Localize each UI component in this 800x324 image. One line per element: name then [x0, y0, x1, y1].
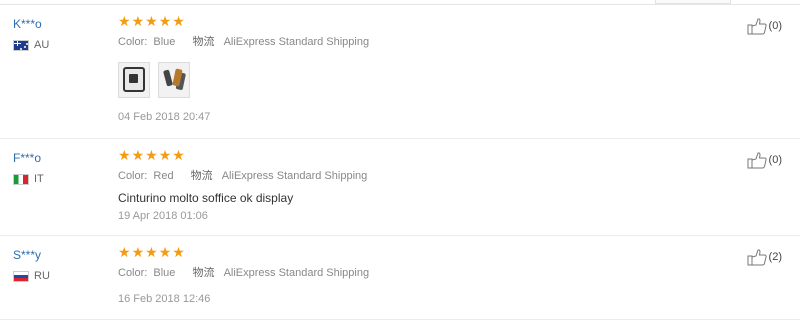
star-icon: ★	[172, 14, 185, 30]
star-icon: ★	[118, 14, 131, 30]
star-icon: ★	[158, 14, 172, 30]
review-date: 19 Apr 2018 01:06	[118, 210, 208, 222]
shipping-label: 物流	[190, 170, 213, 182]
review-photo-thumbnail[interactable]	[118, 62, 150, 98]
review-photo-thumbnail[interactable]	[158, 62, 190, 98]
review-body: ★ ★ ★ ★ ★ Color: Blue 物流 AliExpress Standard…	[118, 15, 369, 124]
star-icon: ★	[158, 148, 172, 164]
shipping-method: AliExpress Standard Shipping	[223, 267, 370, 279]
top-tab-edge	[655, 0, 731, 4]
reviewer-country: IT	[13, 173, 44, 185]
review-comment: Cinturino molto soffice ok display	[118, 191, 294, 205]
color-label: Color:	[118, 267, 148, 279]
star-rating: ★ ★ ★ ★ ★	[118, 246, 369, 260]
star-icon: ★	[158, 245, 172, 261]
star-icon: ★	[131, 245, 145, 261]
star-icon: ★	[131, 148, 145, 164]
helpful-count: (2)	[768, 251, 782, 263]
country-code: AU	[34, 39, 50, 51]
star-rating: ★ ★ ★ ★ ★	[118, 15, 369, 29]
star-icon: ★	[172, 245, 185, 261]
country-code: RU	[34, 270, 50, 282]
reviewer-name[interactable]: K***o	[13, 17, 49, 31]
italy-flag-icon	[13, 173, 29, 185]
order-attributes: Color: Blue 物流 AliExpress Standard Shipp…	[118, 266, 369, 280]
reviewer-info: S***y RU	[13, 248, 50, 282]
star-icon: ★	[118, 148, 131, 164]
star-icon: ★	[118, 245, 131, 261]
color-value: Blue	[153, 36, 176, 48]
color-value: Blue	[153, 267, 176, 279]
review-body: ★ ★ ★ ★ ★ Color: Red 物流 AliExpress Standard …	[118, 149, 367, 223]
review-date: 04 Feb 2018 20:47	[118, 111, 211, 123]
star-rating: ★ ★ ★ ★ ★	[118, 149, 367, 163]
order-attributes: Color: Blue 物流 AliExpress Standard Shipp…	[118, 35, 369, 49]
review-body: ★ ★ ★ ★ ★ Color: Blue 物流 AliExpress Standard…	[118, 246, 369, 306]
russia-flag-icon	[13, 270, 29, 282]
reviewer-name[interactable]: S***y	[13, 248, 50, 262]
reviewer-country: AU	[13, 39, 49, 51]
order-attributes: Color: Red 物流 AliExpress Standard Shippi…	[118, 169, 367, 183]
country-code: IT	[34, 173, 44, 185]
star-icon: ★	[172, 148, 185, 164]
star-icon: ★	[145, 245, 158, 261]
review-date: 16 Feb 2018 12:46	[118, 293, 211, 305]
thumbs-up-icon	[747, 152, 767, 169]
reviewer-name[interactable]: F***o	[13, 151, 44, 165]
review-item: K***o AU ★ ★ ★ ★ ★ Color: Blue 物流 AliExpress…	[0, 5, 800, 139]
star-icon: ★	[145, 148, 158, 164]
color-value: Red	[153, 170, 174, 182]
australia-flag-icon	[13, 39, 29, 51]
color-label: Color:	[118, 170, 148, 182]
reviewer-info: K***o AU	[13, 17, 49, 51]
shipping-method: AliExpress Standard Shipping	[223, 36, 370, 48]
review-photos	[118, 62, 369, 98]
shipping-label: 物流	[192, 267, 215, 279]
thumbs-up-icon	[747, 249, 767, 266]
helpful-button[interactable]: (0)	[747, 151, 782, 169]
shipping-label: 物流	[192, 36, 215, 48]
review-item: S***y RU ★ ★ ★ ★ ★ Color: Blue 物流 AliExpress…	[0, 236, 800, 320]
helpful-button[interactable]: (2)	[747, 248, 782, 266]
star-icon: ★	[131, 14, 145, 30]
reviewer-country: RU	[13, 270, 50, 282]
reviewer-info: F***o IT	[13, 151, 44, 185]
helpful-button[interactable]: (0)	[747, 17, 782, 35]
star-icon: ★	[145, 14, 158, 30]
review-item: F***o IT ★ ★ ★ ★ ★ Color: Red 物流 AliExpress …	[0, 139, 800, 236]
helpful-count: (0)	[768, 20, 782, 32]
color-label: Color:	[118, 36, 148, 48]
helpful-count: (0)	[768, 154, 782, 166]
shipping-method: AliExpress Standard Shipping	[221, 170, 368, 182]
thumbs-up-icon	[747, 18, 767, 35]
